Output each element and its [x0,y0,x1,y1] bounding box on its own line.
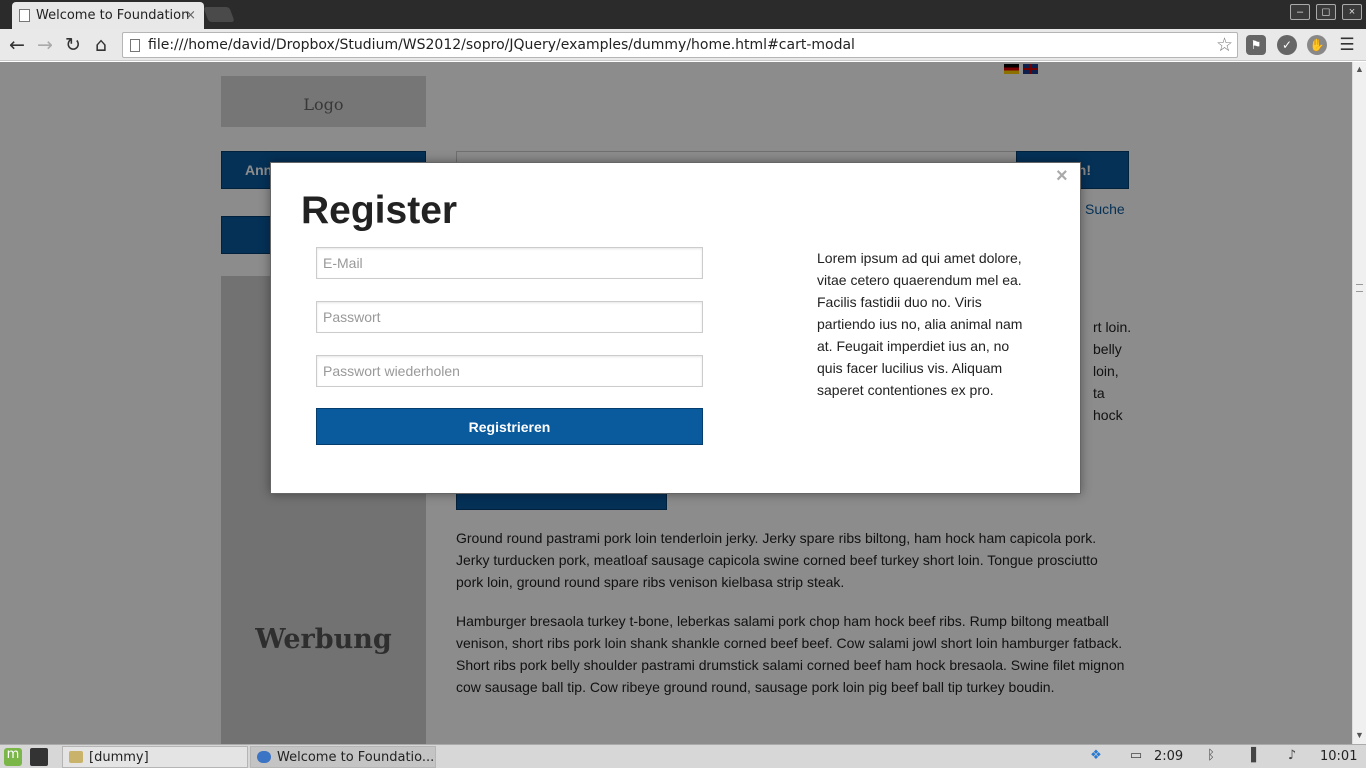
extension-icon[interactable]: ⚑ [1246,35,1266,55]
taskbar-item-label: [dummy] [89,750,149,765]
taskbar-item-folder[interactable]: [dummy] [62,746,248,768]
folder-icon [69,751,83,763]
page-icon [130,39,140,52]
modal-title: Register [301,189,458,232]
pocket-icon[interactable]: ✓ [1277,35,1297,55]
address-bar[interactable]: file:///home/david/Dropbox/Studium/WS201… [122,32,1238,58]
password-repeat-field[interactable] [316,355,703,387]
url-text[interactable]: file:///home/david/Dropbox/Studium/WS201… [148,37,855,53]
scrollbar[interactable]: ▲ ▼ [1352,62,1366,744]
browser-toolbar: ← → ↻ ⌂ file:///home/david/Dropbox/Studi… [0,29,1366,61]
adblock-icon[interactable]: ✋ [1307,35,1327,55]
minimize-button[interactable]: – [1290,4,1310,20]
scroll-up-icon[interactable]: ▲ [1355,64,1364,74]
taskbar-item-browser[interactable]: Welcome to Foundatio... [250,746,436,768]
scroll-thumb[interactable] [1356,284,1363,292]
tab-close-icon[interactable]: × [185,8,196,23]
maximize-button[interactable]: ◻ [1316,4,1336,20]
clock[interactable]: 10:01 [1320,747,1357,767]
home-icon[interactable]: ⌂ [90,34,112,56]
taskbar-item-label: Welcome to Foundatio... [277,750,435,765]
password-field[interactable] [316,301,703,333]
bluetooth-icon[interactable]: ᛒ [1203,749,1219,763]
back-icon[interactable]: ← [6,34,28,56]
bookmark-star-icon[interactable]: ☆ [1216,34,1233,57]
browser-tab[interactable]: Welcome to Foundation × [12,2,204,29]
page-icon [19,9,30,22]
modal-info-text: Lorem ipsum ad qui amet dolore, vitae ce… [817,250,1023,398]
os-taskbar: m [dummy] Welcome to Foundatio... ❖ ▭ 2:… [0,744,1366,768]
register-button[interactable]: Registrieren [316,408,703,445]
page-viewport: Logo Ann Werbung en! Suche rt loin. bell… [0,62,1352,744]
battery-icon[interactable]: ▭ [1128,749,1144,763]
volume-icon[interactable]: ♪ [1284,749,1300,763]
terminal-icon[interactable] [30,748,48,766]
tab-bar: Welcome to Foundation × – ◻ × [0,0,1366,29]
reload-icon[interactable]: ↻ [62,34,84,56]
battery-time: 2:09 [1154,749,1184,764]
network-icon[interactable]: ▐ [1243,749,1259,763]
menu-icon[interactable]: ☰ [1336,34,1358,56]
chromium-icon [257,751,271,763]
email-field[interactable] [316,247,703,279]
dropbox-icon[interactable]: ❖ [1088,749,1104,763]
close-icon[interactable]: × [1056,165,1068,188]
forward-icon[interactable]: → [34,34,56,56]
register-modal: × Register Registrieren Lorem ipsum ad q… [270,162,1081,494]
close-window-button[interactable]: × [1342,4,1362,20]
tab-title: Welcome to Foundation [36,8,190,23]
new-tab-button[interactable] [203,7,235,22]
scroll-down-icon[interactable]: ▼ [1355,730,1364,740]
menu-icon[interactable]: m [4,748,22,766]
